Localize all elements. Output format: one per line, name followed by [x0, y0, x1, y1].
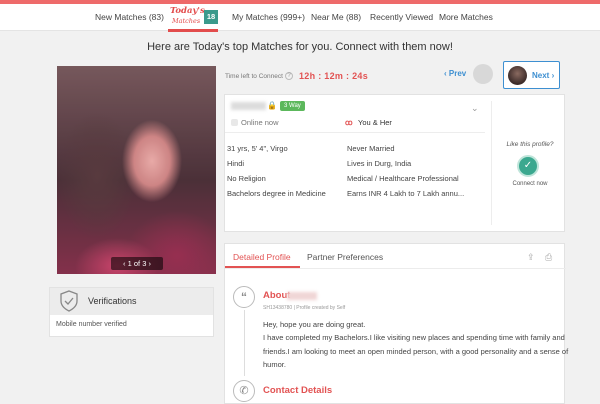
nav-near-me[interactable]: Near Me (88) [311, 12, 361, 22]
timer-label: Time left to Connect [225, 73, 283, 80]
detail-education: Bachelors degree in Medicine [227, 189, 326, 198]
info-icon[interactable]: ? [285, 72, 293, 80]
detail-profession: Medical / Healthcare Professional [347, 174, 459, 183]
detail-income: Earns INR 4 Lakh to 7 Lakh annu... [347, 189, 465, 198]
timer-value: 12h : 12m : 24s [299, 71, 369, 81]
lock-icon: 🔒 [267, 101, 277, 110]
three-way-tag: 3 Way [280, 101, 305, 111]
divider [225, 132, 485, 133]
todays-matches-logo: Today's [170, 6, 205, 16]
verifications-title: Verifications [88, 296, 137, 306]
verification-item: Mobile number verified [56, 321, 127, 328]
check-icon: ✓ [523, 160, 533, 171]
detail-location: Lives in Durg, India [347, 159, 412, 168]
nav-my-matches[interactable]: My Matches (999+) [232, 12, 305, 22]
page-headline: Here are Today's top Matches for you. Co… [147, 41, 453, 53]
nav-new-matches[interactable]: New Matches (83) [95, 12, 164, 22]
nav-recently-viewed[interactable]: Recently Viewed [370, 12, 433, 22]
about-line: humor. [263, 360, 286, 369]
phone-icon: ✆ [233, 380, 255, 402]
about-name-hidden [287, 292, 317, 300]
next-button[interactable]: Next › [503, 61, 560, 89]
prev-label: Prev [448, 69, 467, 78]
match-label[interactable]: You & Her [358, 118, 392, 127]
pager-label: 1 of 3 [127, 259, 147, 268]
verifications-header: Verifications [50, 288, 213, 315]
next-profile-thumbnail [508, 66, 527, 85]
tab-detailed-profile[interactable]: Detailed Profile [233, 252, 291, 262]
nav-todays-matches[interactable]: Today's Matches 18 [168, 5, 218, 32]
match-icon: ꝏ [345, 118, 353, 127]
connect-button[interactable]: ✓ [517, 155, 539, 177]
chevron-right-icon: › [551, 71, 555, 80]
chevron-down-icon[interactable]: ⌄ [471, 103, 479, 114]
todays-matches-sub: Matches [172, 17, 201, 25]
like-prompt: Like this profile? [506, 141, 554, 148]
pager-prev-icon[interactable]: ‹ [123, 259, 126, 268]
next-label: Next [532, 71, 550, 80]
prev-profile-thumbnail[interactable] [473, 64, 493, 84]
pager-next-icon[interactable]: › [148, 259, 151, 268]
chevron-left-icon: ‹ [444, 69, 447, 78]
about-line: friends.I am looking to meet an open min… [263, 347, 569, 356]
print-icon[interactable]: ⎙ [545, 252, 552, 263]
quote-icon: “ [233, 286, 255, 308]
verifications-panel: Verifications Mobile number verified [49, 287, 214, 337]
shield-check-icon [60, 290, 78, 312]
profile-photo[interactable]: ‹ 1 of 3 › [57, 66, 216, 274]
detail-age-height: 31 yrs, 5' 4", Virgo [227, 144, 288, 153]
online-status: Online now [241, 118, 279, 127]
share-icon[interactable]: ⇪ [527, 252, 535, 263]
next-label-wrap: Next › [532, 71, 554, 80]
active-tab-underline [168, 29, 218, 32]
nav-more-matches[interactable]: More Matches [439, 12, 493, 22]
photo-pager[interactable]: ‹ 1 of 3 › [111, 257, 163, 270]
tab-divider [225, 268, 566, 269]
divider [491, 101, 492, 225]
connect-label[interactable]: Connect now [495, 181, 565, 187]
detail-marital-status: Never Married [347, 144, 395, 153]
online-status-icon [231, 119, 238, 126]
about-line: Hey, hope you are doing great. [263, 320, 366, 329]
profile-details-card: Detailed Profile Partner Preferences ⇪ ⎙… [224, 243, 569, 404]
top-navigation: New Matches (83) Today's Matches 18 My M… [0, 4, 600, 32]
detail-language: Hindi [227, 159, 245, 168]
prev-button[interactable]: ‹ Prev [444, 69, 466, 78]
todays-count-badge: 18 [204, 10, 218, 24]
photo-overlay [57, 66, 216, 274]
contact-details-title[interactable]: Contact Details [263, 385, 332, 396]
profile-meta: SH13438780 | Profile created by Self [263, 305, 346, 311]
detail-religion: No Religion [227, 174, 266, 183]
profile-summary-card: 🔒 3 Way Online now ꝏ You & Her ⌄ 31 yrs,… [224, 94, 565, 232]
tab-partner-preferences[interactable]: Partner Preferences [307, 252, 383, 262]
timeline-line [244, 310, 245, 376]
profile-name-hidden [231, 102, 266, 110]
about-line: I have completed my Bachelors.I like vis… [263, 333, 565, 342]
